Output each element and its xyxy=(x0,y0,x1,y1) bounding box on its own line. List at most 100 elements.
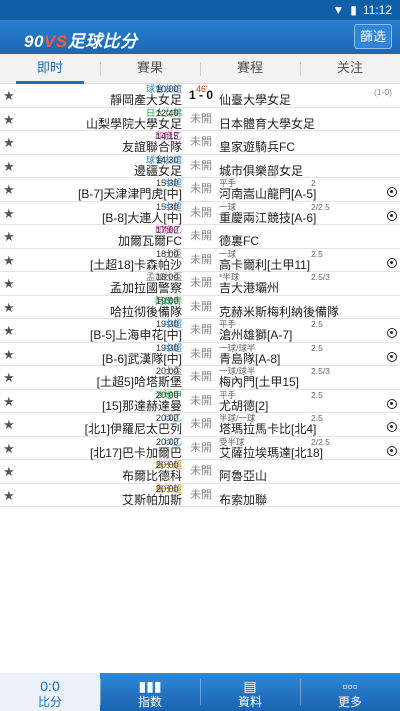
favorite-star-icon[interactable]: ★ xyxy=(3,465,16,478)
away-team: 青島隊[A-8] xyxy=(219,351,281,366)
kickoff-time: 14:30 xyxy=(156,154,179,165)
football-icon xyxy=(387,257,397,268)
favorite-star-icon[interactable]: ★ xyxy=(3,230,16,243)
match-status: 未開 xyxy=(190,159,212,172)
match-status: 未開 xyxy=(190,183,212,195)
home-team: 加爾瓦爾FC xyxy=(118,234,182,248)
football-icon xyxy=(387,328,397,338)
favorite-star-icon[interactable]: ★ xyxy=(3,489,16,502)
away-team: 艾薩拉埃瑪達[北18] xyxy=(219,445,324,460)
match-status: 1 - 0 xyxy=(188,88,213,102)
favorite-star-icon[interactable]: ★ xyxy=(3,371,16,384)
kickoff-time: 12:40 xyxy=(156,107,179,118)
favorite-star-icon[interactable]: ★ xyxy=(3,418,16,431)
match-status: 未開 xyxy=(190,253,212,266)
match-status: 未開 xyxy=(190,488,212,501)
tab-1[interactable]: 賽果 xyxy=(100,54,200,83)
handicap: 平手 xyxy=(219,389,237,400)
favorite-star-icon[interactable]: ★ xyxy=(3,301,16,314)
favorite-star-icon[interactable]: ★ xyxy=(3,89,16,102)
away-team: 皇家遊騎兵FC xyxy=(219,140,295,154)
match-row[interactable]: ★ 以乙 20:00 [北17]巴卡加爾巴 未開 受半球 2/2.5 艾薩拉埃瑪達[北18] xyxy=(0,436,400,460)
match-row[interactable]: ★ 孟加拉盃 18:00 孟加拉國警察 未開 *半球 2.5/3 吉大港壩州 xyxy=(0,272,400,296)
match-row[interactable]: ★ 土盃 18:00 [土超18]卡森帕沙 未開 一球 2.5 高卡爾利[土甲11] xyxy=(0,248,400,272)
match-row[interactable]: ★ 印度乙 17:00 加爾瓦爾FC 未開 德裏FC xyxy=(0,225,400,249)
football-icon xyxy=(387,445,397,456)
home-team: [15]那達赫達曼 xyxy=(101,398,182,413)
away-team: 河南嵩山龍門[A-5] xyxy=(219,187,317,201)
away-team: 日本體育大學女足 xyxy=(219,116,316,131)
favorite-star-icon[interactable]: ★ xyxy=(3,442,16,455)
match-status: 未開 xyxy=(190,418,212,430)
match-status: 未開 xyxy=(190,394,212,407)
app-header: 90VS足球比分 篩选 xyxy=(0,20,400,54)
match-row[interactable]: ★ 沙地甲 20:00 [15]那達赫達曼 未開 平手 2.5 尤胡德[2] xyxy=(0,389,400,413)
away-team: 尤胡德[2] xyxy=(219,398,269,413)
favorite-star-icon[interactable]: ★ xyxy=(3,113,16,126)
match-row[interactable]: ★ 中超 15:30 [B-8]大連人[中] 未開 一球 2/2.5 重慶兩江競技[A-6] xyxy=(0,201,400,225)
home-team: 靜岡產大女足 xyxy=(109,93,182,107)
tab-3[interactable]: 关注 xyxy=(300,54,400,83)
bottom-nav: 0:0 比分 ▮▮▮ 指数 ▤ 資料 ▫▫▫ 更多 xyxy=(0,673,400,711)
home-team: 布爾比德科 xyxy=(121,469,182,483)
favorite-star-icon[interactable]: ★ xyxy=(3,277,16,290)
match-row[interactable]: ★ 球會友誼 10:00 46' 靜岡產大女足 1 - 0 仙臺大學女足 (1-0) xyxy=(0,84,400,108)
home-team: [北1]伊羅尼太巴列 xyxy=(84,422,182,436)
more-icon: ▫▫▫ xyxy=(342,678,358,694)
match-row[interactable]: ★ 阿爾青 19:00 哈拉彻後備隊 未開 克赫米斯梅利納後備隊 xyxy=(0,296,400,319)
home-team: 友誼聯合隊 xyxy=(121,140,182,154)
match-row[interactable]: ★ 土盃 20:00 [土超5]哈塔斯堡 未開 一球/球半 2.5/3 梅內門[土甲15] xyxy=(0,366,400,390)
home-team: 哈拉彻後備隊 xyxy=(109,304,182,319)
match-row[interactable]: ★ 球會友誼 14:30 邊疆女足 未開 城市俱樂部女足 xyxy=(0,154,400,178)
over-under: 2.5 xyxy=(311,342,323,353)
bottom-tab-1[interactable]: ▮▮▮ 指数 xyxy=(100,673,200,711)
match-row[interactable]: ★ 日大女錦 12:40 山梨學院大學女足 未開 日本體育大學女足 xyxy=(0,107,400,131)
bottom-tab-label: 更多 xyxy=(337,695,362,709)
favorite-star-icon[interactable]: ★ xyxy=(3,254,16,267)
favorite-star-icon[interactable]: ★ xyxy=(3,324,16,337)
match-row[interactable]: ★ 中超 15:30 [B-7]天津津門虎[中] 未開 平手 2 河南嵩山龍門[A-5] xyxy=(0,178,400,202)
away-team: 滄州雄獅[A-7] xyxy=(219,328,293,342)
favorite-star-icon[interactable]: ★ xyxy=(3,136,16,149)
bottom-tab-label: 指数 xyxy=(137,695,162,709)
match-row[interactable]: ★ 中超 19:30 [B-6]武漢隊[中] 未開 一球/球半 2.5 青島隊[A-8] xyxy=(0,342,400,366)
away-team: 布索加聯 xyxy=(219,492,268,507)
filter-button[interactable]: 篩选 xyxy=(354,24,392,49)
over-under: 2.5 xyxy=(311,248,323,259)
match-row[interactable]: ★ 以乙 20:00 [北1]伊羅尼太巴列 未開 半球/一球 2.5 塔瑪拉馬卡比[北4] xyxy=(0,413,400,437)
home-team: [B-6]武漢隊[中] xyxy=(101,351,182,366)
tab-2[interactable]: 賽程 xyxy=(200,54,300,83)
match-row[interactable]: ★ 中超 19:30 [B-5]上海申花[中] 未開 平手 2.5 滄州雄獅[A-7] xyxy=(0,319,400,343)
favorite-star-icon[interactable]: ★ xyxy=(3,348,16,361)
match-row[interactable]: ★ 烏干超 20:00 布爾比德科 未開 阿魯亞山 xyxy=(0,460,400,484)
away-team: 德裏FC xyxy=(219,234,259,248)
battery-icon: ▮ xyxy=(350,3,357,17)
favorite-star-icon[interactable]: ★ xyxy=(3,207,16,220)
away-team: 塔瑪拉馬卡比[北4] xyxy=(219,422,317,436)
bottom-tab-2[interactable]: ▤ 資料 xyxy=(200,673,300,711)
away-team: 仙臺大學女足 xyxy=(219,93,292,107)
over-under: 2/2.5 xyxy=(311,436,330,447)
match-status: 未開 xyxy=(190,441,212,454)
wifi-icon: ▼ xyxy=(332,3,345,17)
favorite-star-icon[interactable]: ★ xyxy=(3,160,16,173)
bottom-tab-label: 比分 xyxy=(37,695,62,709)
bottom-tab-0[interactable]: 0:0 比分 xyxy=(0,673,100,711)
match-status: 未開 xyxy=(190,300,212,313)
away-team: 克赫米斯梅利納後備隊 xyxy=(219,304,340,319)
match-row[interactable]: ★ 印度乙 14:15 友誼聯合隊 未開 皇家遊騎兵FC xyxy=(0,131,400,155)
bottom-tab-3[interactable]: ▫▫▫ 更多 xyxy=(300,673,400,711)
main-tabs: 即时 賽果 賽程 关注 xyxy=(0,54,400,84)
match-list[interactable]: ★ 球會友誼 10:00 46' 靜岡產大女足 1 - 0 仙臺大學女足 (1-0) ★ 日大女錦… xyxy=(0,84,400,673)
favorite-star-icon[interactable]: ★ xyxy=(3,183,16,196)
away-team: 重慶兩江競技[A-6] xyxy=(219,210,317,225)
status-time: 11:12 xyxy=(362,3,392,17)
kickoff-time: 15:30 xyxy=(156,201,179,212)
tab-0[interactable]: 即时 xyxy=(0,54,100,84)
match-row[interactable]: ★ 烏干超 20:00 艾斯帕加斯 未開 布索加聯 xyxy=(0,484,400,507)
match-status: 未開 xyxy=(190,136,212,148)
favorite-star-icon[interactable]: ★ xyxy=(3,395,16,408)
home-team: [土超5]哈塔斯堡 xyxy=(96,375,182,389)
home-team: 孟加拉國警察 xyxy=(109,281,182,295)
kickoff-time: 19:30 xyxy=(156,342,179,353)
